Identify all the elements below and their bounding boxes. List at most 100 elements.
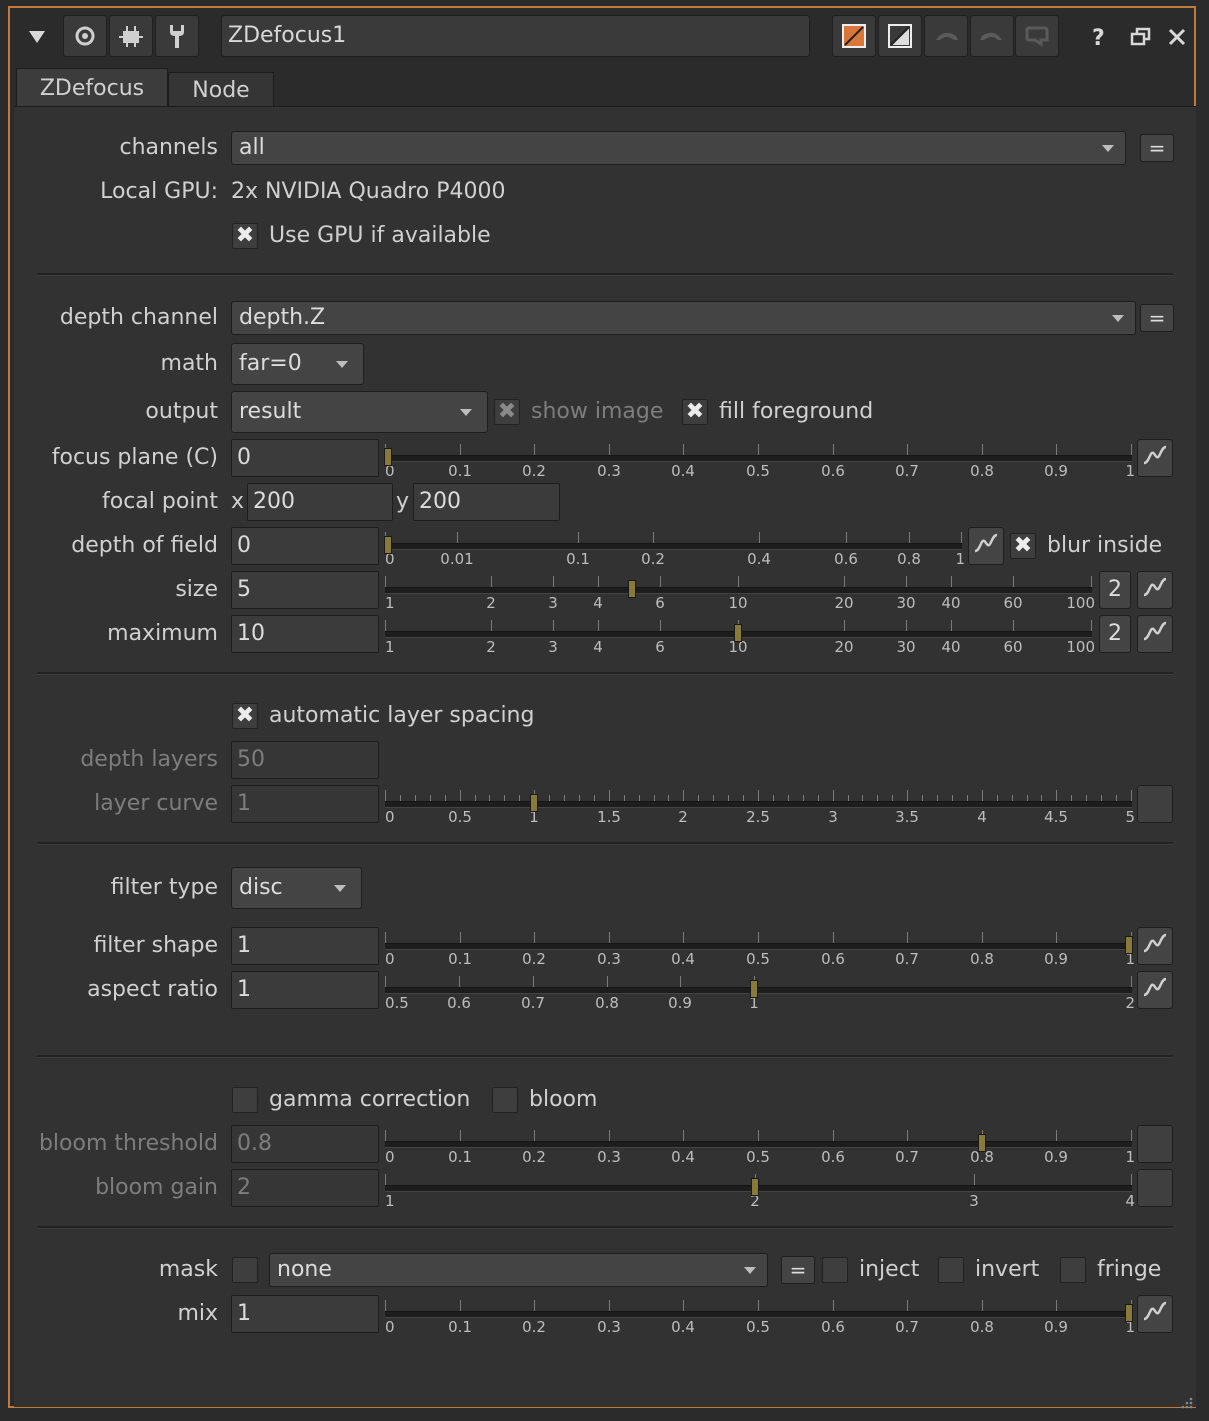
help-icon[interactable]: ? [1086, 22, 1114, 52]
mix-slider[interactable]: 0 0.1 0.2 0.3 0.4 0.5 0.6 0.7 0.8 0.9 1 [385, 1296, 1135, 1336]
slider-track[interactable] [385, 1141, 1132, 1148]
slider-tick-label: 2 [1125, 994, 1135, 1012]
slider-handle[interactable] [734, 624, 742, 642]
focus-plane-animation-button[interactable] [1137, 439, 1173, 477]
channels-link-button[interactable]: = [1140, 134, 1174, 162]
size-slider[interactable]: 1 2 3 4 6 10 20 30 40 60 100 [385, 572, 1095, 612]
blur-inside-checkbox[interactable]: ✖ [1010, 533, 1036, 559]
filter-shape-field[interactable]: 1 [231, 927, 379, 965]
fringe-checkbox[interactable] [1060, 1257, 1086, 1283]
fill-foreground-checkbox[interactable]: ✖ [682, 399, 708, 425]
slider-tick-label: 0.4 [671, 462, 695, 480]
mix-field[interactable]: 1 [231, 1295, 379, 1333]
node-name-field[interactable]: ZDefocus1 [221, 15, 810, 57]
bloom-threshold-animation-button[interactable] [1137, 1125, 1173, 1163]
focal-y-field[interactable]: 200 [413, 483, 560, 521]
depth-of-field-slider[interactable]: 0 0.01 0.1 0.2 0.4 0.6 0.8 1 [384, 528, 965, 568]
depth-layers-field[interactable]: 50 [231, 741, 379, 779]
slider-track[interactable] [385, 587, 1092, 594]
slider-track[interactable] [385, 987, 1132, 994]
filter-type-dropdown[interactable]: disc [231, 867, 362, 909]
undo-button[interactable] [924, 15, 968, 57]
aspect-ratio-field[interactable]: 1 [231, 971, 379, 1009]
focus-plane-slider[interactable]: 0 0.1 0.2 0.3 0.4 0.5 0.6 0.7 0.8 0.9 1 [384, 440, 1135, 480]
size-views-button[interactable]: 2 [1099, 571, 1131, 609]
bloom-checkbox[interactable] [492, 1087, 518, 1113]
depth-channel-link-button[interactable]: = [1140, 304, 1174, 332]
redo-button[interactable] [970, 15, 1014, 57]
layer-curve-slider[interactable]: 0 0.5 1 1.5 2 2.5 3 3.5 4 4.5 5 [385, 786, 1135, 826]
inject-checkbox[interactable] [822, 1257, 848, 1283]
target-icon [74, 25, 96, 47]
slider-track[interactable] [385, 1311, 1132, 1318]
focal-y-label: y [396, 489, 410, 514]
auto-layer-spacing-checkbox[interactable]: ✖ [232, 703, 258, 729]
slider-minor-tick [654, 795, 655, 801]
bloom-threshold-slider[interactable]: 0 0.1 0.2 0.3 0.4 0.5 0.6 0.7 0.8 0.9 1 [385, 1126, 1135, 1166]
viewer-button[interactable] [63, 15, 107, 57]
aspect-ratio-slider[interactable]: 0.5 0.6 0.7 0.8 0.9 1 2 [385, 972, 1135, 1012]
node-graph-button[interactable] [109, 15, 153, 57]
slider-handle[interactable] [1125, 1304, 1133, 1322]
focal-x-field[interactable]: 200 [247, 483, 393, 521]
slider-track[interactable] [385, 801, 1132, 808]
use-gpu-checkbox[interactable]: ✖ [232, 223, 258, 249]
channels-dropdown[interactable]: all [231, 131, 1126, 165]
depth-of-field-animation-button[interactable] [968, 527, 1004, 565]
slider-handle[interactable] [384, 536, 392, 554]
tab-node[interactable]: Node [168, 72, 274, 108]
maximum-slider[interactable]: 1 2 3 4 6 10 20 30 40 60 100 [385, 616, 1095, 656]
resize-grip-icon[interactable] [1180, 1390, 1194, 1409]
bloom-gain-field[interactable]: 2 [231, 1169, 379, 1207]
bloom-threshold-field[interactable]: 0.8 [231, 1125, 379, 1163]
size-field[interactable]: 5 [231, 571, 379, 609]
size-animation-button[interactable] [1137, 571, 1173, 609]
triangle-down-icon[interactable] [22, 22, 52, 52]
depth-channel-dropdown[interactable]: depth.Z [231, 301, 1136, 335]
slider-tick [457, 532, 458, 543]
slider-minor-tick [937, 795, 938, 801]
close-icon[interactable] [1164, 22, 1192, 52]
show-image-checkbox[interactable]: ✖ [494, 399, 520, 425]
slider-handle[interactable] [1125, 936, 1133, 954]
slider-handle[interactable] [978, 1134, 986, 1152]
maximum-animation-button[interactable] [1137, 615, 1173, 653]
tab-zdefocus[interactable]: ZDefocus [16, 68, 168, 108]
aspect-ratio-animation-button[interactable] [1137, 971, 1173, 1009]
mask-link-button[interactable]: = [781, 1256, 815, 1284]
gamma-correction-checkbox[interactable] [232, 1087, 258, 1113]
slider-handle[interactable] [750, 980, 758, 998]
slider-track[interactable] [385, 455, 1132, 462]
slider-tick-label: 0.4 [671, 950, 695, 968]
maximum-views-button[interactable]: 2 [1099, 615, 1131, 653]
slider-handle[interactable] [530, 794, 538, 812]
focus-plane-field[interactable]: 0 [231, 439, 379, 477]
mask-enable-checkbox[interactable] [232, 1257, 258, 1283]
slider-handle[interactable] [384, 448, 392, 466]
mix-animation-button[interactable] [1137, 1295, 1173, 1333]
filter-shape-slider[interactable]: 0 0.1 0.2 0.3 0.4 0.5 0.6 0.7 0.8 0.9 1 [385, 928, 1135, 968]
math-label: math [160, 351, 218, 376]
color-swatch-button[interactable] [832, 15, 876, 57]
depth-of-field-field[interactable]: 0 [231, 527, 379, 565]
bloom-gain-animation-button[interactable] [1137, 1169, 1173, 1207]
slider-tick-label: 0.3 [597, 1318, 621, 1336]
layer-curve-animation-button[interactable] [1137, 785, 1173, 823]
gl-color-button[interactable] [878, 15, 922, 57]
math-dropdown[interactable]: far=0 [231, 343, 364, 385]
filter-shape-animation-button[interactable] [1137, 927, 1173, 965]
slider-track[interactable] [385, 543, 962, 550]
maximum-field[interactable]: 10 [231, 615, 379, 653]
layer-curve-field[interactable]: 1 [231, 785, 379, 823]
settings-button[interactable] [155, 15, 199, 57]
output-dropdown[interactable]: result [231, 391, 488, 433]
slider-track[interactable] [385, 943, 1132, 950]
revert-button[interactable] [1015, 15, 1059, 57]
bloom-gain-slider[interactable]: 1234 [385, 1170, 1135, 1210]
float-window-icon[interactable] [1128, 22, 1156, 52]
slider-handle[interactable] [751, 1178, 759, 1196]
output-label: output [145, 399, 218, 424]
mask-dropdown[interactable]: none [269, 1253, 768, 1287]
slider-handle[interactable] [628, 580, 636, 598]
invert-checkbox[interactable] [938, 1257, 964, 1283]
